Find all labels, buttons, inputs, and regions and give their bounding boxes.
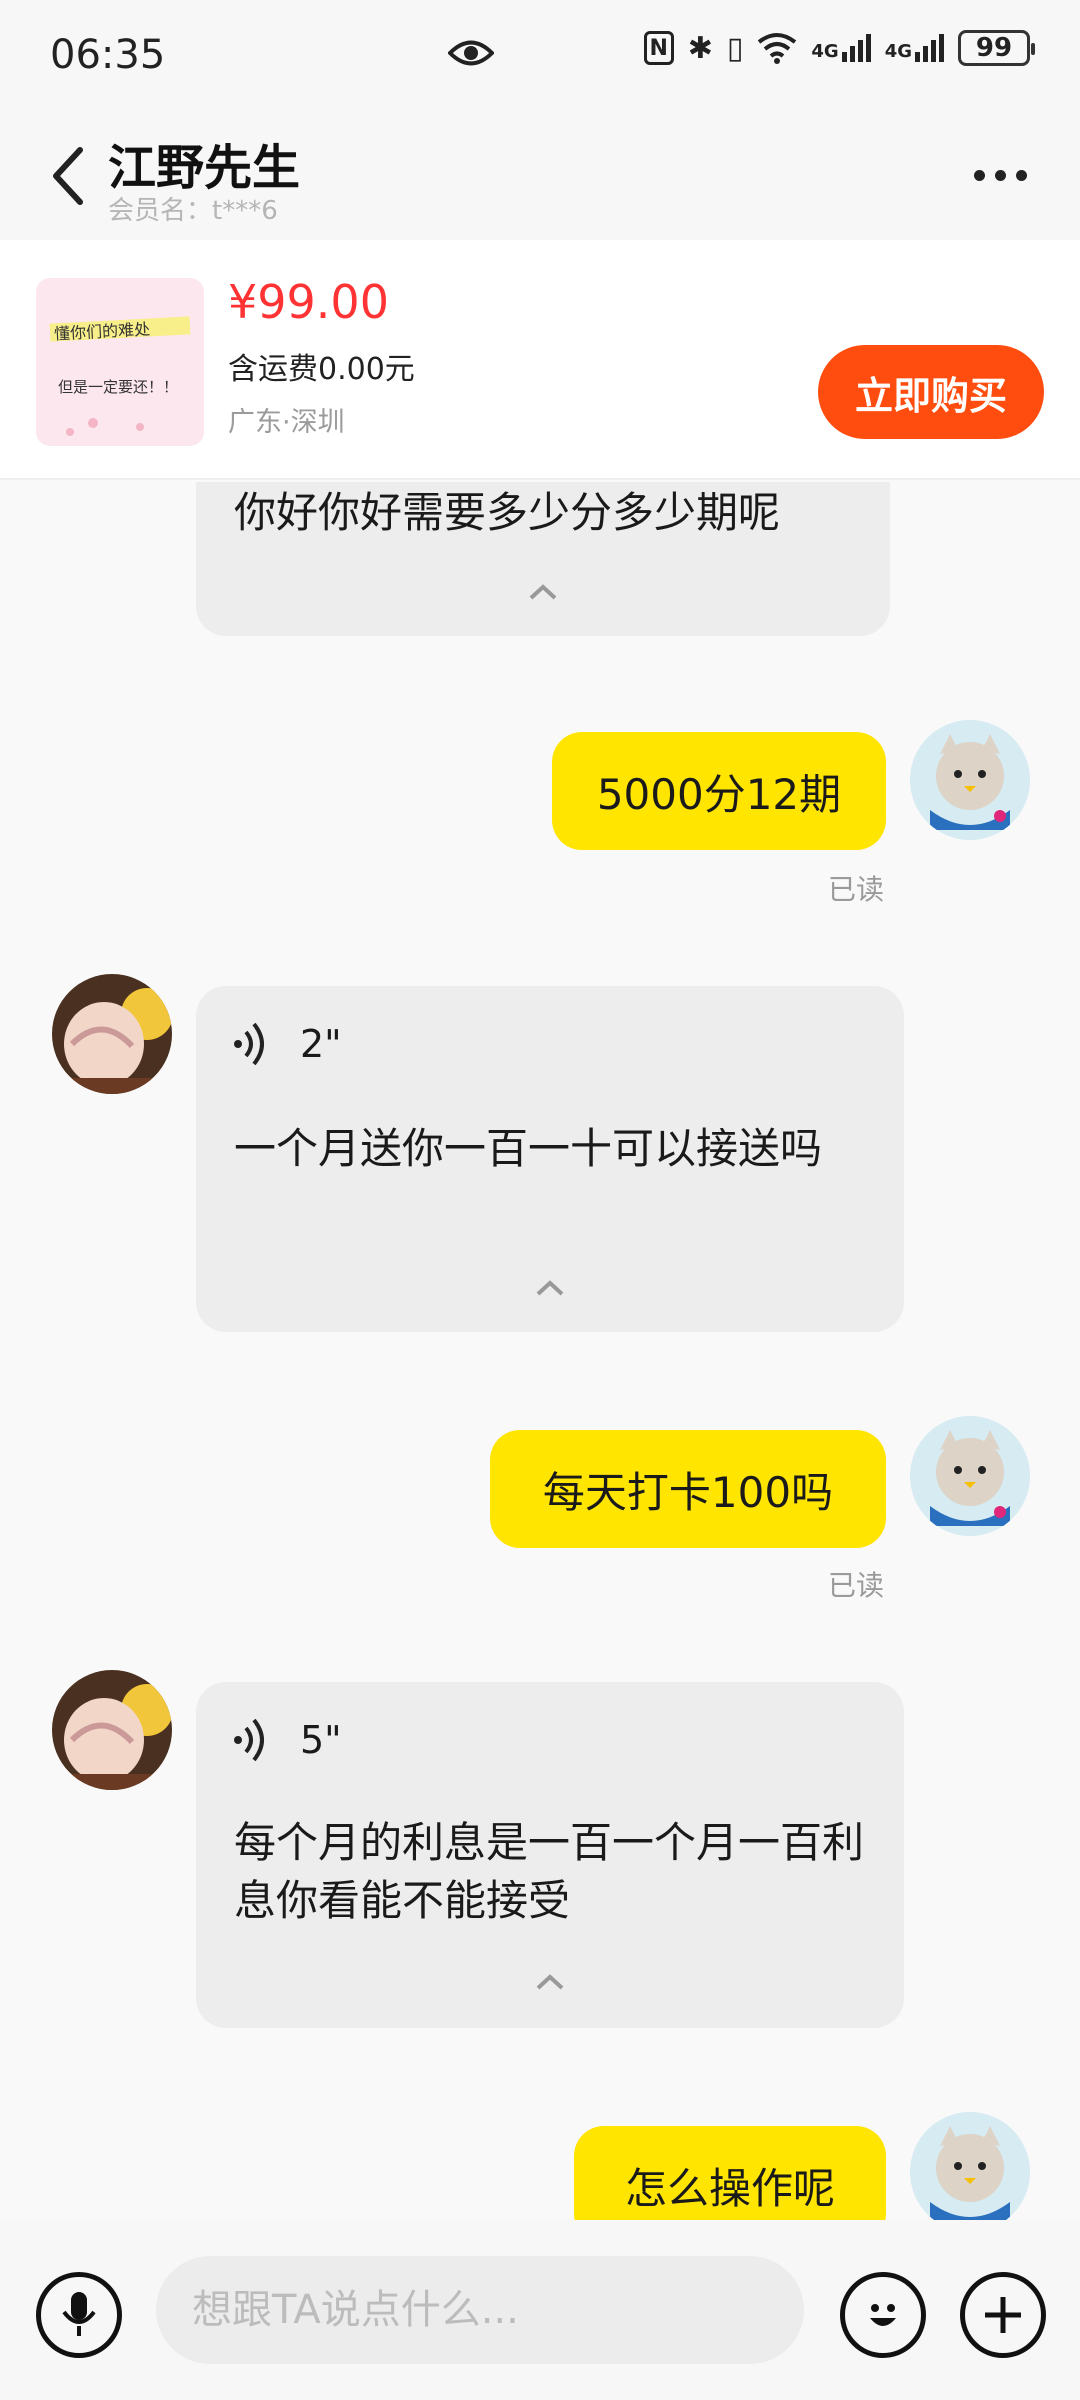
chat-header: 江野先生 会员名：t***6 — [0, 110, 1080, 240]
read-status: 已读 — [828, 873, 885, 906]
message-bubble[interactable]: 每天打卡100吗 — [490, 1430, 886, 1548]
eye-icon — [448, 40, 494, 66]
chevron-up-icon[interactable] — [527, 582, 559, 602]
message-text: 你好你好需要多少分多少期呢 — [234, 488, 781, 537]
read-status: 已读 — [828, 1569, 885, 1602]
input-bar — [0, 2220, 1080, 2400]
product-price: ¥99.00 — [228, 275, 389, 329]
message-text: 每天打卡100吗 — [542, 1467, 834, 1517]
my-avatar[interactable] — [910, 720, 1030, 840]
message-bubble[interactable]: 5000分12期 — [552, 732, 886, 850]
shipping-info: 含运费0.00元 — [228, 352, 415, 387]
my-avatar[interactable] — [910, 1416, 1030, 1536]
voice-icon[interactable] — [230, 1716, 274, 1764]
nfc-icon: N — [643, 31, 674, 65]
microphone-icon — [62, 2292, 96, 2336]
status-time: 06:35 — [50, 32, 166, 78]
signal-icon: 4G — [811, 34, 871, 62]
thumb-text-2: 但是一定要还！！ — [58, 378, 179, 396]
thumb-text-1: 懂你们的难处 — [53, 319, 151, 344]
vibrate-icon: ▯ — [726, 30, 744, 66]
voice-icon[interactable] — [230, 1020, 274, 1068]
voice-message-bubble[interactable]: 5" 每个月的利息是一百一个月一百利息你看能不能接受 — [196, 1682, 904, 2028]
chat-list[interactable]: 你好你好需要多少分多少期呢 5000分12期 已读 2" 一个月送你一百一十可以… — [0, 482, 1080, 2220]
product-card[interactable]: 懂你们的难处 但是一定要还！！ ¥99.00 含运费0.00元 广东·深圳 立即… — [0, 240, 1080, 480]
voice-duration: 5" — [300, 1718, 342, 1762]
product-thumbnail[interactable]: 懂你们的难处 但是一定要还！！ — [36, 278, 204, 446]
contact-avatar[interactable] — [52, 974, 172, 1094]
more-actions-button[interactable] — [960, 2272, 1046, 2358]
voice-message-bubble[interactable]: 2" 一个月送你一百一十可以接送吗 — [196, 986, 904, 1332]
signal-icon-2: 4G — [885, 34, 944, 62]
status-icons: N ✱ ▯ 4G 4G 99 — [643, 30, 1035, 66]
emoji-button[interactable] — [840, 2272, 926, 2358]
product-location: 广东·深圳 — [228, 407, 345, 438]
voice-transcript: 一个月送你一百一十可以接送吗 — [234, 1124, 823, 1173]
contact-name: 江野先生 — [108, 140, 301, 196]
battery-icon: 99 — [958, 30, 1035, 66]
chevron-up-icon[interactable] — [534, 1278, 566, 1298]
bluetooth-icon: ✱ — [687, 30, 713, 66]
message-text: 5000分12期 — [596, 769, 842, 819]
voice-duration: 2" — [300, 1022, 342, 1066]
wifi-icon — [758, 33, 797, 64]
message-bubble[interactable]: 你好你好需要多少分多少期呢 — [196, 482, 890, 636]
member-name: 会员名：t***6 — [108, 196, 278, 226]
my-avatar[interactable] — [910, 2112, 1030, 2220]
chevron-up-icon[interactable] — [534, 1972, 566, 1992]
message-text: 怎么操作呢 — [624, 2163, 835, 2213]
status-bar: 06:35 N ✱ ▯ 4G 4G 99 — [0, 0, 1080, 110]
voice-input-button[interactable] — [36, 2272, 122, 2358]
plus-icon — [985, 2297, 1021, 2333]
emoji-icon — [870, 2304, 896, 2326]
voice-transcript: 每个月的利息是一百一个月一百利息你看能不能接受 — [234, 1818, 865, 1925]
buy-now-button[interactable]: 立即购买 — [818, 345, 1044, 439]
contact-avatar[interactable] — [52, 1670, 172, 1790]
more-icon[interactable] — [960, 150, 1040, 200]
message-bubble[interactable]: 怎么操作呢 — [574, 2126, 886, 2220]
back-icon[interactable] — [40, 140, 100, 210]
message-input[interactable] — [156, 2256, 804, 2364]
